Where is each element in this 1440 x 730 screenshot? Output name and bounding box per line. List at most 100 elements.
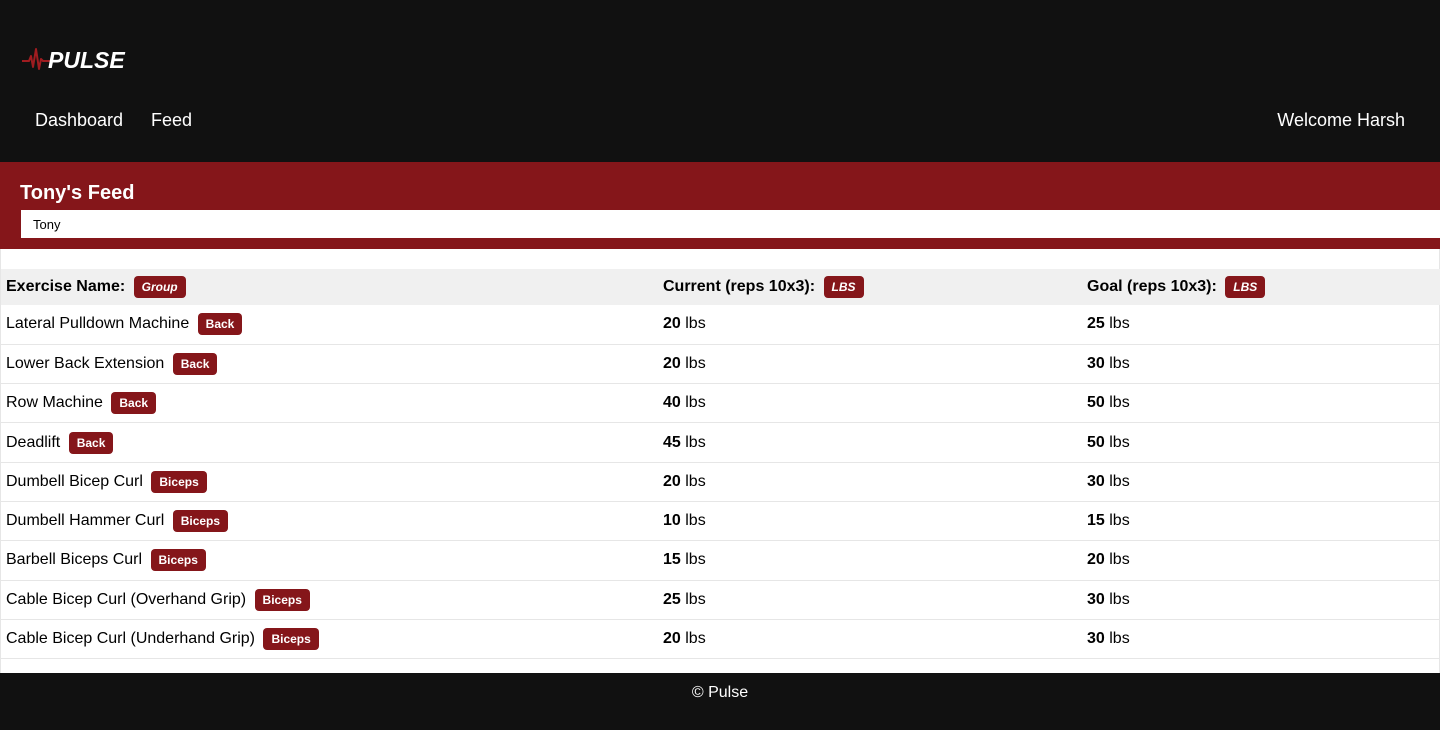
table-row: Barbell Biceps Curl Biceps 15 lbs 20 lbs bbox=[1, 540, 1440, 581]
current-cell: 20 lbs bbox=[658, 305, 1082, 345]
goal-cell: 25 lbs bbox=[1082, 305, 1440, 345]
table-header-row: Exercise Name: Group Current (reps 10x3)… bbox=[1, 269, 1440, 305]
goal-weight: 30 bbox=[1087, 590, 1105, 608]
current-cell: 40 lbs bbox=[658, 383, 1082, 424]
goal-weight: 30 bbox=[1087, 472, 1105, 490]
header-exercise: Exercise Name: Group bbox=[1, 269, 658, 305]
unit-label: lbs bbox=[1109, 394, 1130, 412]
current-weight: 45 bbox=[663, 433, 681, 451]
unit-label: lbs bbox=[685, 551, 706, 569]
current-cell: 25 lbs bbox=[658, 580, 1082, 620]
current-weight: 20 bbox=[663, 315, 681, 333]
current-weight: 25 bbox=[663, 590, 681, 608]
muscle-group-badge: Biceps bbox=[150, 549, 206, 572]
exercise-name: Deadlift bbox=[6, 433, 61, 451]
exercise-cell: Dumbell Hammer Curl Biceps bbox=[1, 501, 658, 542]
goal-cell: 30 lbs bbox=[1082, 580, 1440, 620]
exercise-table-container: Exercise Name: Group Current (reps 10x3)… bbox=[0, 249, 1440, 673]
muscle-group-badge: Back bbox=[68, 431, 114, 454]
exercise-name: Cable Bicep Curl (Underhand Grip) bbox=[6, 630, 255, 648]
goal-cell: 15 lbs bbox=[1082, 501, 1440, 542]
unit-label: lbs bbox=[685, 433, 706, 451]
header-goal-label: Goal (reps 10x3): bbox=[1087, 278, 1217, 296]
table-row: Deadlift Back 45 lbs 50 lbs bbox=[1, 422, 1440, 463]
goal-cell: 30 lbs bbox=[1082, 619, 1440, 660]
pulse-logo[interactable]: PULSE bbox=[22, 46, 125, 74]
unit-label: lbs bbox=[685, 472, 706, 490]
unit-label: lbs bbox=[1109, 590, 1130, 608]
welcome-message: Welcome Harsh bbox=[1277, 110, 1405, 130]
current-cell: 20 lbs bbox=[658, 462, 1082, 502]
goal-weight: 30 bbox=[1087, 630, 1105, 648]
current-cell: 10 lbs bbox=[658, 501, 1082, 542]
unit-label: lbs bbox=[685, 512, 706, 530]
unit-label: lbs bbox=[1109, 630, 1130, 648]
brand-name: PULSE bbox=[48, 46, 125, 73]
header-current: Current (reps 10x3): LBS bbox=[658, 269, 1082, 305]
exercise-name: Dumbell Bicep Curl bbox=[6, 473, 143, 491]
unit-label: lbs bbox=[685, 590, 706, 608]
current-weight: 20 bbox=[663, 472, 681, 490]
goal-cell: 50 lbs bbox=[1082, 422, 1440, 463]
nav-feed-link[interactable]: Feed bbox=[151, 110, 192, 131]
current-cell: 45 lbs bbox=[658, 422, 1082, 463]
unit-label: lbs bbox=[1109, 472, 1130, 490]
goal-cell: 50 lbs bbox=[1082, 383, 1440, 424]
heartbeat-icon bbox=[22, 48, 50, 70]
exercise-cell: Lower Back Extension Back bbox=[1, 344, 658, 385]
goal-weight: 15 bbox=[1087, 512, 1105, 530]
exercise-cell: Cable Bicep Curl (Underhand Grip) Biceps bbox=[1, 619, 658, 660]
current-weight: 40 bbox=[663, 394, 681, 412]
goal-cell: 30 lbs bbox=[1082, 344, 1440, 385]
exercise-name: Row Machine bbox=[6, 394, 103, 412]
current-weight: 10 bbox=[663, 512, 681, 530]
goal-weight: 50 bbox=[1087, 394, 1105, 412]
muscle-group-badge: Back bbox=[111, 392, 157, 415]
group-badge: Group bbox=[133, 276, 186, 298]
table-row: Lateral Pulldown Machine Back 20 lbs 25 lb… bbox=[1, 305, 1440, 345]
exercise-table: Exercise Name: Group Current (reps 10x3)… bbox=[1, 269, 1440, 660]
exercise-name: Cable Bicep Curl (Overhand Grip) bbox=[6, 590, 247, 608]
goal-weight: 20 bbox=[1087, 551, 1105, 569]
exercise-cell: Barbell Biceps Curl Biceps bbox=[1, 540, 658, 581]
exercise-cell: Lateral Pulldown Machine Back bbox=[1, 305, 658, 345]
current-weight: 20 bbox=[663, 354, 681, 372]
exercise-name: Barbell Biceps Curl bbox=[6, 551, 143, 569]
muscle-group-badge: Biceps bbox=[172, 510, 229, 533]
nav-dashboard-link[interactable]: Dashboard bbox=[35, 110, 123, 131]
goal-weight: 30 bbox=[1087, 354, 1105, 372]
exercise-cell: Row Machine Back bbox=[1, 383, 658, 424]
current-cell: 20 lbs bbox=[658, 344, 1082, 385]
unit-label: lbs bbox=[685, 315, 706, 333]
exercise-cell: Cable Bicep Curl (Overhand Grip) Biceps bbox=[1, 580, 658, 620]
current-weight: 15 bbox=[663, 551, 681, 569]
top-navbar: PULSE Dashboard Feed Welcome Harsh bbox=[0, 0, 1440, 162]
unit-label: lbs bbox=[1109, 551, 1130, 569]
lbs-badge: LBS bbox=[1225, 276, 1266, 298]
feed-header: Tony's Feed bbox=[0, 162, 1440, 249]
current-cell: 15 lbs bbox=[658, 540, 1082, 581]
table-row: Dumbell Bicep Curl Biceps 20 lbs 30 lbs bbox=[1, 462, 1440, 502]
exercise-cell: Dumbell Bicep Curl Biceps bbox=[1, 462, 658, 502]
user-search-input[interactable] bbox=[21, 210, 1440, 238]
current-weight: 20 bbox=[663, 630, 681, 648]
table-row: Row Machine Back 40 lbs 50 lbs bbox=[1, 383, 1440, 424]
unit-label: lbs bbox=[685, 630, 706, 648]
unit-label: lbs bbox=[1109, 354, 1130, 372]
muscle-group-badge: Back bbox=[197, 313, 243, 336]
muscle-group-badge: Biceps bbox=[151, 470, 207, 493]
exercise-name: Lower Back Extension bbox=[6, 355, 165, 373]
muscle-group-badge: Biceps bbox=[263, 628, 319, 651]
exercise-cell: Deadlift Back bbox=[1, 422, 658, 463]
footer-copyright: © Pulse bbox=[691, 684, 749, 701]
table-row: Lower Back Extension Back 20 lbs 30 lbs bbox=[1, 344, 1440, 385]
unit-label: lbs bbox=[685, 394, 706, 412]
table-row: Cable Bicep Curl (Underhand Grip) Biceps… bbox=[1, 619, 1440, 660]
unit-label: lbs bbox=[1109, 512, 1130, 530]
exercise-name: Dumbell Hammer Curl bbox=[6, 512, 165, 530]
table-row: Dumbell Hammer Curl Biceps 10 lbs 15 lbs bbox=[1, 501, 1440, 542]
footer: © Pulse bbox=[0, 673, 1440, 730]
unit-label: lbs bbox=[685, 354, 706, 372]
header-goal: Goal (reps 10x3): LBS bbox=[1082, 269, 1440, 305]
goal-cell: 20 lbs bbox=[1082, 540, 1440, 581]
